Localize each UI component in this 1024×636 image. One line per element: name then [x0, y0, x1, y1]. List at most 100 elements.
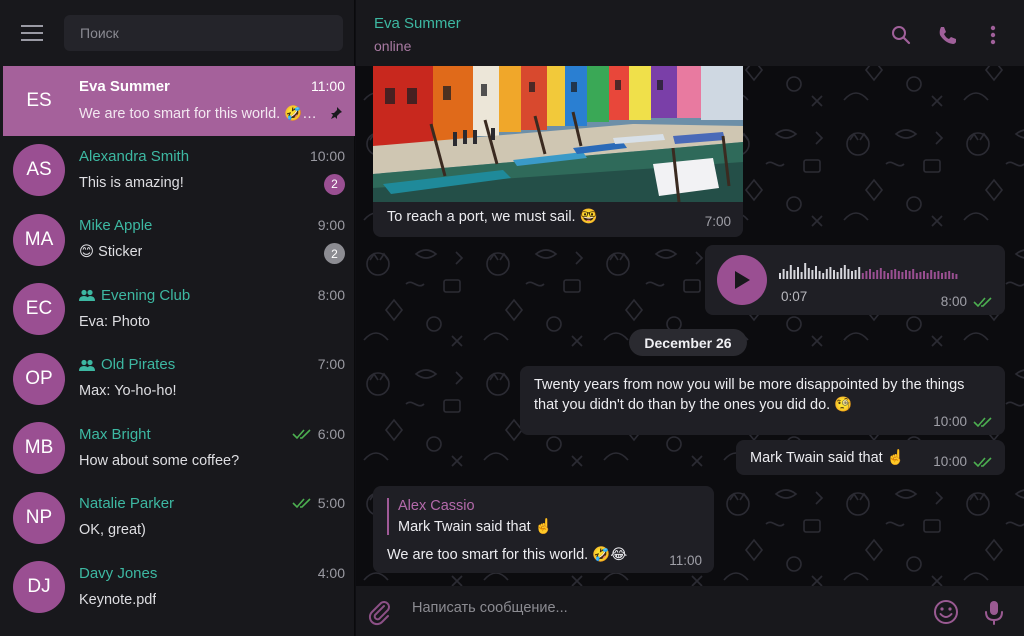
chat-time: 9:00	[318, 217, 345, 233]
avatar: DJ	[13, 561, 65, 614]
waveform-bar	[876, 270, 879, 279]
waveform-bar	[843, 265, 846, 279]
chat-item[interactable]: MA Mike Apple 9:00 😊 Sticker 2	[3, 205, 355, 275]
search-input[interactable]	[80, 25, 343, 41]
chat-preview: How about some coffee?	[79, 452, 240, 469]
chat-body: Eva Summer 11:00 We are too smart for this…	[79, 77, 345, 127]
time-label: 5:00	[317, 495, 345, 511]
voice-duration: 0:07	[781, 289, 808, 304]
hamburger-menu-icon[interactable]	[14, 15, 50, 51]
emoji-icon[interactable]	[932, 598, 960, 626]
avatar: MA	[13, 213, 65, 266]
time-label: 10:00	[309, 147, 345, 164]
photo-message[interactable]: To reach a port, we must sail. 🤓 7:00	[373, 66, 743, 237]
waveform-bar	[807, 268, 810, 279]
chat-body: Old Pirates 7:00 Max: Yo-ho-ho!	[79, 355, 345, 405]
chat-item[interactable]: DJ Davy Jones 4:00 Keynote.pdf	[3, 553, 355, 623]
search-icon[interactable]	[888, 22, 914, 48]
chat-preview: Max: Yo-ho-ho!	[79, 383, 177, 399]
waveform-bar	[941, 273, 943, 279]
waveform-bar	[851, 271, 853, 279]
chat-body: Davy Jones 4:00 Keynote.pdf	[79, 564, 345, 614]
paperclip-icon[interactable]	[366, 598, 394, 626]
chat-status: online	[374, 38, 412, 54]
waveform-bar	[915, 273, 918, 279]
chat-name-label: Alexandra Smith	[79, 147, 190, 165]
waveform-bar	[905, 270, 907, 279]
chat-item[interactable]: MB Max Bright 6:00 How about some coffee?	[3, 414, 355, 484]
waveform-bar	[800, 272, 803, 279]
chat-preview: Keynote.pdf	[79, 591, 157, 608]
waveform-bar	[897, 271, 900, 279]
chat-time: 7:00	[318, 356, 345, 372]
time-label: 10:00	[933, 414, 967, 429]
chat-time: 11:00	[311, 78, 345, 94]
chat-item[interactable]: OP Old Pirates 7:00 Max: Yo-ho-ho!	[3, 344, 355, 414]
double-check-icon	[973, 456, 992, 467]
message-text: We are too smart for this world. 🤣😂	[387, 547, 628, 563]
quote-message: Twenty years from now you will be more d…	[520, 366, 1005, 435]
avatar: NP	[13, 491, 65, 544]
chat-item[interactable]: ES Eva Summer 11:00 We are too smart for th…	[3, 66, 355, 136]
chat-name: Old Pirates	[79, 356, 175, 373]
message-text: Mark Twain said that ☝️	[750, 450, 905, 466]
message-time: 10:00	[933, 414, 993, 429]
photo-caption: To reach a port, we must sail. 🤓	[387, 209, 598, 225]
avatar: OP	[13, 352, 65, 405]
waveform-bar	[804, 263, 807, 279]
reply-quoted-text: Mark Twain said that ☝️	[398, 519, 553, 535]
twain-message: Mark Twain said that ☝️ 10:00	[736, 440, 1005, 475]
avatar: EC	[13, 283, 65, 336]
chat-name-label: Mike Apple	[79, 217, 153, 234]
chat-item[interactable]: NP Natalie Parker 5:00 OK, great)	[3, 483, 355, 553]
chat-name-label: Old Pirates	[101, 356, 176, 373]
chat-title[interactable]: Eva Summer	[374, 15, 461, 32]
waveform-bar	[786, 271, 789, 279]
pin-container	[329, 106, 343, 125]
waveform-bar	[782, 269, 785, 279]
chat-preview: Eva: Photo	[79, 313, 150, 330]
waveform-bar	[865, 271, 868, 279]
waveform-bar	[894, 269, 897, 279]
voice-waveform[interactable]	[779, 261, 969, 281]
chat-name-label: Evening Club	[101, 286, 191, 304]
unread-badge: 2	[324, 243, 345, 264]
chat-preview: 😊 Sticker	[79, 244, 143, 260]
waveform-bar	[872, 272, 875, 279]
phone-icon[interactable]	[934, 22, 960, 48]
group-icon	[79, 359, 95, 371]
waveform-bar	[883, 271, 886, 279]
chat-preview: This is amazing!	[79, 174, 184, 191]
microphone-icon[interactable]	[980, 598, 1008, 626]
chat-name-label: Natalie Parker	[79, 495, 175, 512]
waveform-bar	[793, 270, 796, 279]
avatar: ES	[26, 89, 52, 111]
waveform-bar	[833, 270, 835, 279]
time-label: 7:00	[317, 356, 345, 372]
time-label: 11:00	[311, 78, 345, 94]
chat-item[interactable]: EC Evening Club 8:00 Eva: Photo	[3, 275, 355, 345]
waveform-bar	[937, 271, 940, 279]
waveform-bar	[789, 265, 792, 279]
time-label: 8:00	[317, 286, 345, 303]
avatar: MB	[13, 422, 65, 475]
message-input[interactable]	[412, 600, 912, 616]
chat-body: Natalie Parker 5:00 OK, great)	[79, 494, 345, 544]
play-button[interactable]	[717, 255, 767, 305]
message-time: 10:00	[933, 454, 993, 469]
waveform-bar	[901, 272, 904, 279]
waveform-bar	[879, 268, 882, 279]
time-label: 4:00	[317, 564, 345, 581]
chat-body: Evening Club 8:00 Eva: Photo	[79, 286, 345, 336]
waveform-bar	[811, 270, 814, 279]
more-vertical-icon[interactable]	[980, 22, 1006, 48]
time-label: 7:00	[704, 214, 731, 229]
chat-name: Alexandra Smith	[79, 148, 189, 165]
waveform-bar	[919, 272, 922, 279]
message-time: 7:00	[705, 214, 731, 229]
reply-quote[interactable]: Alex Cassio Mark Twain said that ☝️	[387, 498, 553, 535]
chat-panel: Eva Summer online To reach a port, we mu…	[356, 0, 1024, 636]
photo-image[interactable]	[373, 66, 743, 202]
chat-body: Mike Apple 9:00 😊 Sticker 2	[79, 216, 345, 266]
chat-item[interactable]: AS Alexandra Smith 10:00 This is amazing! 2	[3, 136, 355, 206]
